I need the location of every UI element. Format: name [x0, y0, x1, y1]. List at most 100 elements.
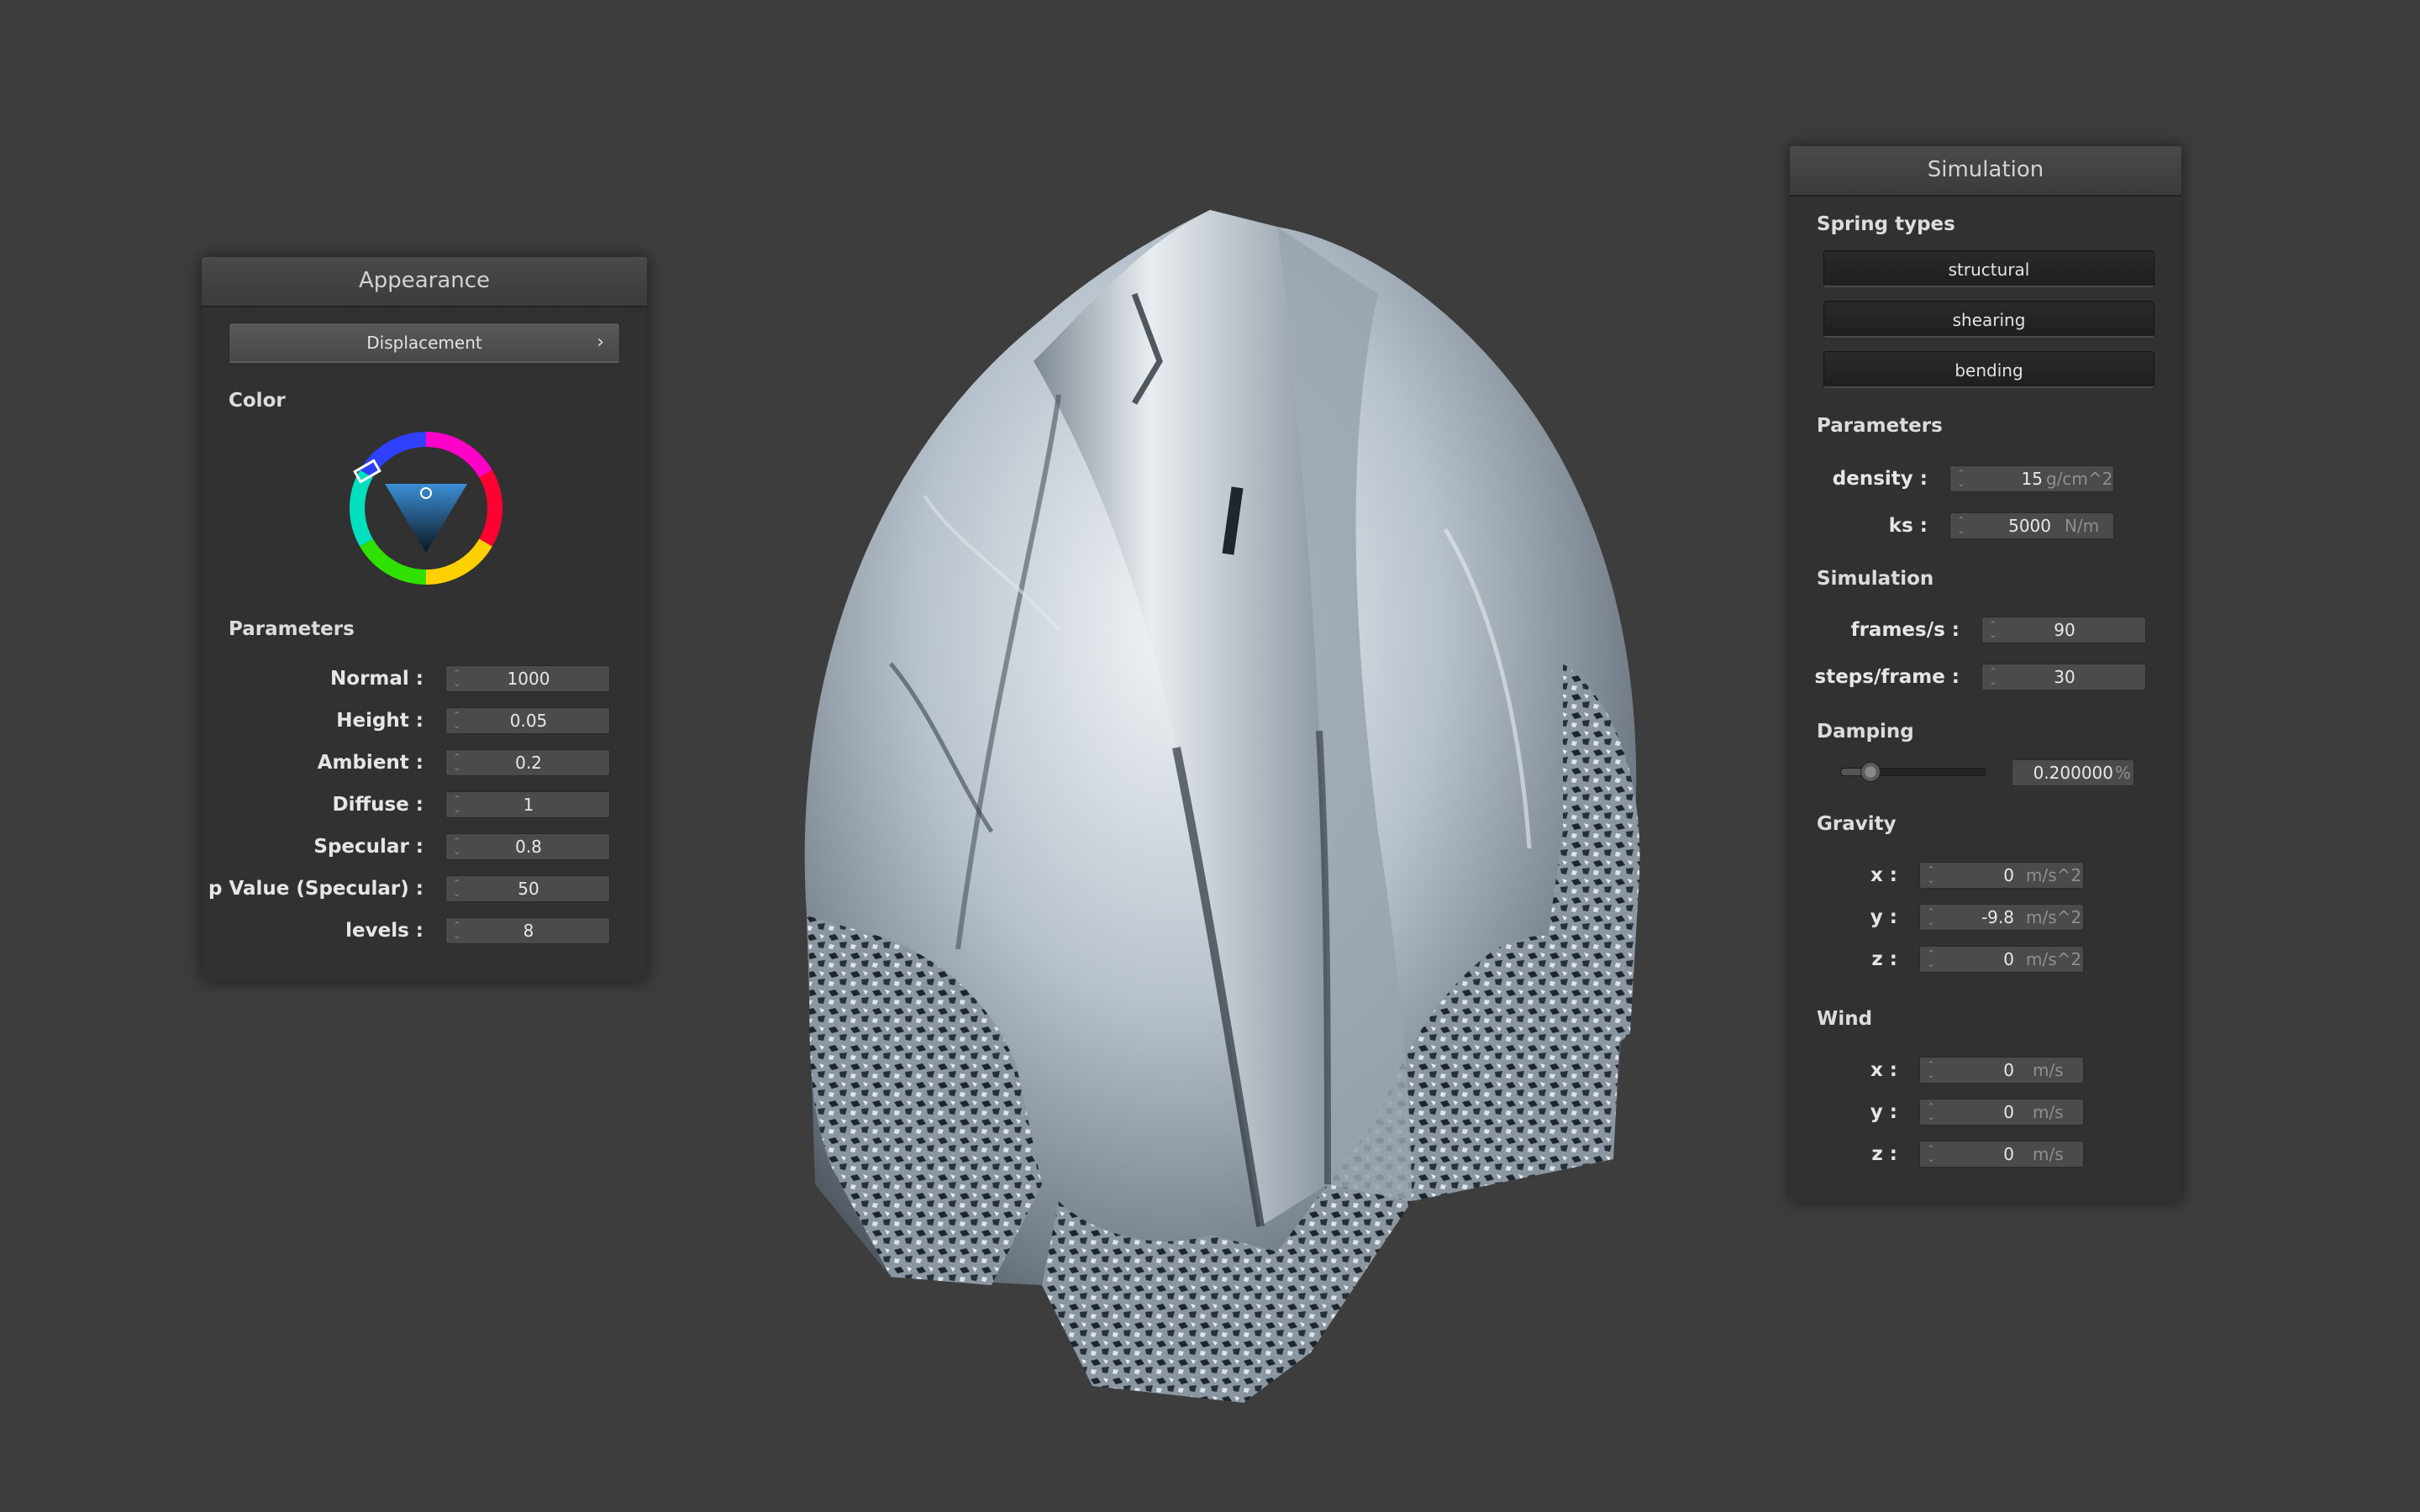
- density-row: density : ⌃ ⌄ 15 g/cm^2: [1790, 464, 2181, 494]
- spinner-icon[interactable]: ⌃ ⌄: [1925, 949, 1937, 969]
- damping-value: 0.200000: [2033, 763, 2113, 783]
- gravity-x-input[interactable]: ⌃ ⌄ 0 m/s^2: [1919, 862, 2084, 889]
- param-label: Specular :: [313, 836, 424, 858]
- wind-y-label: y :: [1870, 1101, 1897, 1123]
- steps-row: steps/frame : ⌃ ⌄ 30: [1790, 662, 2181, 692]
- param-label: Diffuse :: [332, 794, 424, 816]
- param-label: p Value (Specular) :: [208, 878, 424, 900]
- param-row-height: Height : ⌃ ⌄ 0.05: [202, 706, 647, 736]
- displacement-button[interactable]: Displacement ›: [229, 323, 620, 363]
- gravity-z-row: z : ⌃ ⌄ 0 m/s^2: [1790, 944, 2181, 974]
- spinner-icon[interactable]: ⌃ ⌄: [1925, 865, 1937, 885]
- gravity-z-unit: m/s^2: [2026, 949, 2082, 969]
- gravity-y-row: y : ⌃ ⌄ -9.8 m/s^2: [1790, 902, 2181, 932]
- wind-z-unit: m/s: [2033, 1144, 2064, 1164]
- appearance-parameters-label: Parameters: [229, 618, 355, 640]
- damping-slider[interactable]: [1840, 762, 1986, 782]
- wind-y-unit: m/s: [2033, 1102, 2064, 1122]
- param-row-specular: Specular : ⌃ ⌄ 0.8: [202, 832, 647, 862]
- frames-label: frames/s :: [1850, 619, 1960, 641]
- ks-value: 5000: [2008, 516, 2051, 536]
- param-input[interactable]: ⌃ ⌄ 0.05: [445, 707, 610, 734]
- spinner-icon[interactable]: ⌃ ⌄: [1925, 1060, 1937, 1080]
- param-input[interactable]: ⌃ ⌄ 50: [445, 875, 610, 902]
- displacement-label: Displacement: [366, 333, 482, 353]
- wind-z-value: 0: [2003, 1144, 2014, 1164]
- damping-slider-knob[interactable]: [1860, 762, 1881, 782]
- wind-x-unit: m/s: [2033, 1060, 2064, 1080]
- wind-y-row: y : ⌃ ⌄ 0 m/s: [1790, 1097, 2181, 1127]
- param-row-levels: levels : ⌃ ⌄ 8: [202, 916, 647, 946]
- param-row-p-value: p Value (Specular) : ⌃ ⌄ 50: [202, 874, 647, 904]
- steps-value: 30: [2054, 667, 2075, 687]
- param-input[interactable]: ⌃ ⌄ 0.8: [445, 833, 610, 860]
- spinner-icon[interactable]: ⌃ ⌄: [1955, 469, 1967, 489]
- spinner-icon[interactable]: ⌃ ⌄: [1955, 516, 1967, 536]
- gravity-y-label: y :: [1870, 906, 1897, 928]
- frames-row: frames/s : ⌃ ⌄ 90: [1790, 615, 2181, 645]
- gravity-y-value: -9.8: [1981, 907, 2014, 927]
- wind-z-row: z : ⌃ ⌄ 0 m/s: [1790, 1139, 2181, 1169]
- spinner-icon[interactable]: ⌃ ⌄: [1925, 907, 1937, 927]
- structural-button[interactable]: structural: [1823, 250, 2154, 287]
- param-row-normal: Normal : ⌃ ⌄ 1000: [202, 664, 647, 694]
- damping-input[interactable]: 0.200000 %: [2012, 759, 2134, 786]
- cloth-mesh[interactable]: [739, 193, 1714, 1420]
- density-value: 15: [2021, 469, 2043, 489]
- param-input[interactable]: ⌃ ⌄ 1: [445, 791, 610, 818]
- spring-types-label: Spring types: [1817, 213, 1955, 235]
- bending-button[interactable]: bending: [1823, 351, 2154, 388]
- gravity-y-unit: m/s^2: [2026, 907, 2082, 927]
- param-value: 0.05: [509, 711, 548, 731]
- gravity-z-label: z :: [1871, 948, 1897, 970]
- appearance-title[interactable]: Appearance: [202, 257, 647, 307]
- param-input[interactable]: ⌃ ⌄ 1000: [445, 665, 610, 692]
- gravity-x-value: 0: [2003, 865, 2014, 885]
- gravity-z-value: 0: [2003, 949, 2014, 969]
- chevron-right-icon: ›: [597, 332, 604, 353]
- param-label: Ambient :: [317, 752, 424, 774]
- wind-y-value: 0: [2003, 1102, 2014, 1122]
- density-label: density :: [1832, 468, 1928, 490]
- gravity-z-input[interactable]: ⌃ ⌄ 0 m/s^2: [1919, 946, 2084, 973]
- ks-unit: N/m: [2065, 516, 2100, 536]
- wind-x-row: x : ⌃ ⌄ 0 m/s: [1790, 1055, 2181, 1085]
- param-label: Height :: [336, 710, 424, 732]
- wind-z-input[interactable]: ⌃ ⌄ 0 m/s: [1919, 1141, 2084, 1168]
- ks-input[interactable]: ⌃ ⌄ 5000 N/m: [1949, 512, 2114, 539]
- param-value: 8: [523, 921, 534, 941]
- damping-label: Damping: [1817, 721, 1914, 743]
- appearance-panel: Appearance Displacement › Color Paramete…: [202, 257, 647, 981]
- param-value: 50: [518, 879, 539, 899]
- wind-label: Wind: [1817, 1008, 1873, 1030]
- color-label: Color: [229, 390, 286, 412]
- density-input[interactable]: ⌃ ⌄ 15 g/cm^2: [1949, 465, 2114, 492]
- damping-unit: %: [2115, 763, 2132, 783]
- color-wheel[interactable]: [348, 430, 504, 586]
- param-label: Normal :: [330, 668, 424, 690]
- ks-label: ks :: [1888, 515, 1928, 537]
- spinner-icon[interactable]: ⌃ ⌄: [1925, 1144, 1937, 1164]
- simulation-title[interactable]: Simulation: [1790, 146, 2181, 197]
- param-input[interactable]: ⌃ ⌄ 8: [445, 917, 610, 944]
- wind-z-label: z :: [1871, 1143, 1897, 1165]
- gravity-y-input[interactable]: ⌃ ⌄ -9.8 m/s^2: [1919, 904, 2084, 931]
- steps-input[interactable]: ⌃ ⌄ 30: [1981, 664, 2146, 690]
- param-label: levels :: [345, 920, 424, 942]
- frames-input[interactable]: ⌃ ⌄ 90: [1981, 617, 2146, 643]
- param-input[interactable]: ⌃ ⌄ 0.2: [445, 749, 610, 776]
- gravity-x-label: x :: [1870, 864, 1897, 886]
- ks-row: ks : ⌃ ⌄ 5000 N/m: [1790, 511, 2181, 541]
- wind-x-input[interactable]: ⌃ ⌄ 0 m/s: [1919, 1057, 2084, 1084]
- steps-label: steps/frame :: [1814, 666, 1960, 688]
- density-unit: g/cm^2: [2046, 469, 2113, 489]
- shearing-button[interactable]: shearing: [1823, 301, 2154, 338]
- gravity-label: Gravity: [1817, 813, 1897, 835]
- simulation-parameters-label: Parameters: [1817, 415, 1943, 437]
- gravity-x-row: x : ⌃ ⌄ 0 m/s^2: [1790, 860, 2181, 890]
- wind-x-label: x :: [1870, 1059, 1897, 1081]
- wind-y-input[interactable]: ⌃ ⌄ 0 m/s: [1919, 1099, 2084, 1126]
- param-value: 1000: [507, 669, 550, 689]
- spinner-icon[interactable]: ⌃ ⌄: [1925, 1102, 1937, 1122]
- param-value: 1: [523, 795, 534, 815]
